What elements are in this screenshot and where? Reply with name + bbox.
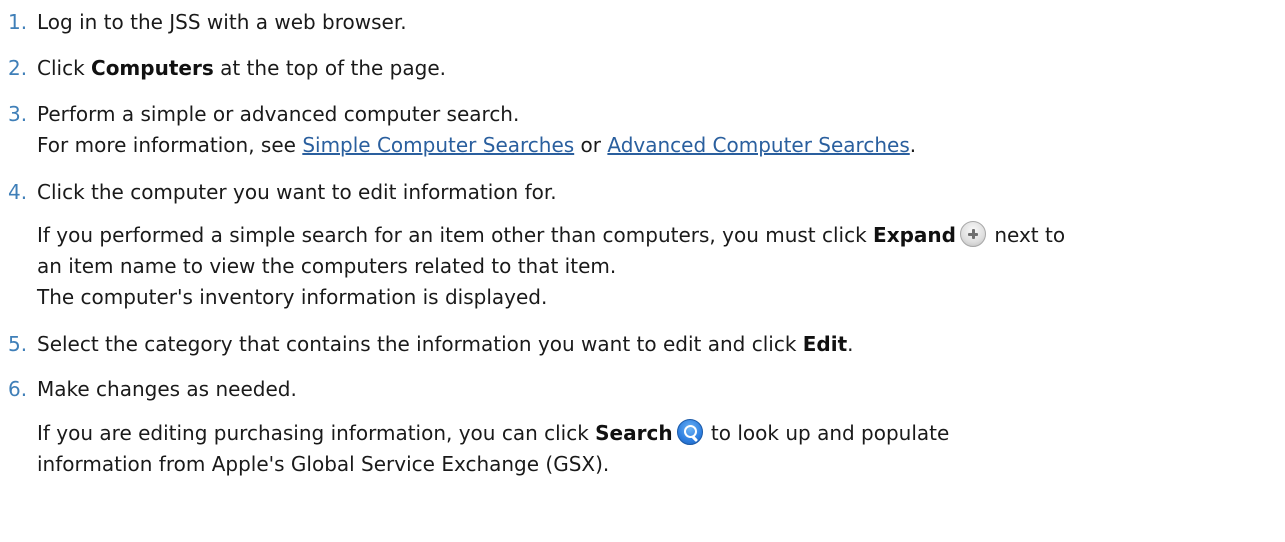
- step-3-line-2: For more information, see Simple Compute…: [37, 131, 916, 160]
- step-5-bold-edit: Edit: [802, 332, 848, 356]
- step-3-line-2-post: .: [909, 133, 917, 157]
- step-6-line-2-post: to look up and populate: [704, 421, 950, 445]
- step-3-line-2-pre: For more information, see: [37, 133, 303, 157]
- step-5-text: Select the category that contains the in…: [37, 330, 854, 359]
- step-4-number: 4.: [8, 180, 28, 204]
- step-2-text: Click Computers at the top of the page.: [37, 54, 446, 83]
- step-2-bold-computers: Computers: [91, 56, 214, 80]
- step-3-line-2-mid: or: [574, 133, 608, 157]
- step-2-number: 2.: [8, 56, 28, 80]
- step-6-number: 6.: [8, 377, 28, 401]
- step-6-line-1: Make changes as needed.: [37, 377, 297, 401]
- expand-plus-icon: [959, 221, 986, 247]
- step-6-line-2: If you are editing purchasing informatio…: [37, 419, 949, 448]
- step-4-line-2: If you performed a simple search for an …: [37, 221, 1065, 250]
- step-4-bold-expand: Expand: [873, 223, 956, 247]
- search-magnifier-icon: [676, 419, 703, 445]
- link-advanced-computer-searches[interactable]: Advanced Computer Searches: [607, 133, 909, 157]
- procedure-document: 1. Log in to the JSS with a web browser.…: [0, 0, 1285, 542]
- step-4-line-2-pre: If you performed a simple search for an …: [37, 223, 874, 247]
- step-6-bold-search: Search: [595, 421, 673, 445]
- link-simple-computer-searches[interactable]: Simple Computer Searches: [302, 133, 574, 157]
- step-4-line-1: Click the computer you want to edit info…: [37, 180, 557, 204]
- step-1-number: 1.: [8, 10, 28, 34]
- step-2-pre: Click: [37, 56, 92, 80]
- step-5-post: .: [847, 332, 854, 356]
- step-6-line-3: information from Apple's Global Service …: [37, 452, 610, 476]
- step-4-line-2-post: next to: [987, 223, 1066, 247]
- step-2-post: at the top of the page.: [213, 56, 446, 80]
- step-6-line-2-pre: If you are editing purchasing informatio…: [37, 421, 596, 445]
- step-4-line-4: The computer's inventory information is …: [37, 285, 548, 309]
- step-5-pre: Select the category that contains the in…: [37, 332, 803, 356]
- step-5-number: 5.: [8, 332, 28, 356]
- step-3-number: 3.: [8, 102, 28, 126]
- step-3-line-1: Perform a simple or advanced computer se…: [37, 102, 520, 126]
- step-4-line-3: an item name to view the computers relat…: [37, 254, 617, 278]
- step-1-text: Log in to the JSS with a web browser.: [37, 10, 407, 34]
